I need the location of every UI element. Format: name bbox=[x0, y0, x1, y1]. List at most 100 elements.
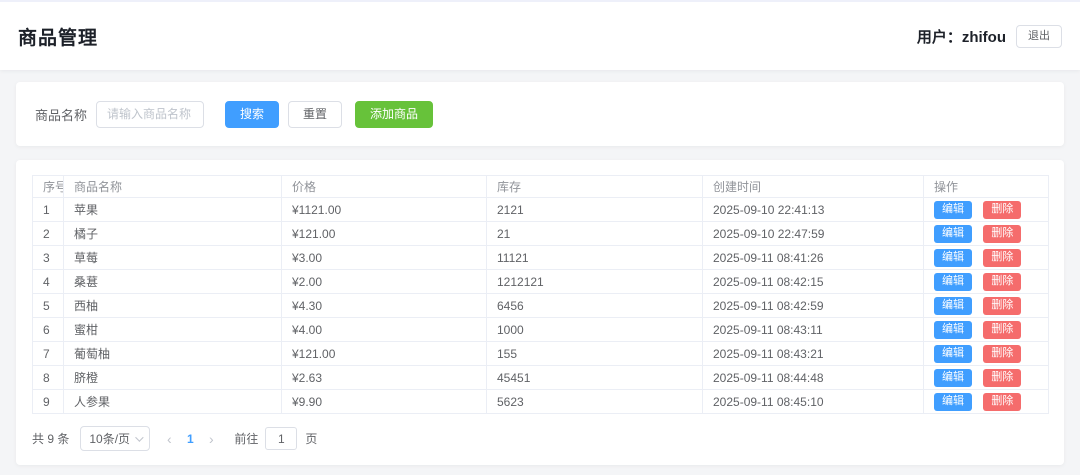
column-header-created: 创建时间 bbox=[703, 176, 924, 198]
edit-button[interactable]: 编辑 bbox=[934, 201, 972, 219]
prev-page-button[interactable]: ‹ bbox=[158, 431, 180, 447]
cell-actions: 编辑 删除 bbox=[924, 270, 1049, 294]
cell-stock: 1000 bbox=[487, 318, 703, 342]
cell-index: 6 bbox=[33, 318, 64, 342]
edit-button[interactable]: 编辑 bbox=[934, 369, 972, 387]
cell-actions: 编辑 删除 bbox=[924, 222, 1049, 246]
delete-button[interactable]: 删除 bbox=[983, 273, 1021, 291]
total-count: 共 9 条 bbox=[32, 430, 69, 447]
cell-stock: 155 bbox=[487, 342, 703, 366]
page-size-select[interactable]: 10条/页 bbox=[80, 426, 150, 451]
cell-actions: 编辑 删除 bbox=[924, 390, 1049, 414]
edit-button[interactable]: 编辑 bbox=[934, 273, 972, 291]
cell-name: 橘子 bbox=[64, 222, 282, 246]
cell-price: ¥121.00 bbox=[282, 342, 487, 366]
cell-created: 2025-09-11 08:41:26 bbox=[703, 246, 924, 270]
cell-actions: 编辑 删除 bbox=[924, 246, 1049, 270]
edit-button[interactable]: 编辑 bbox=[934, 249, 972, 267]
table-card: 序号 商品名称 价格 库存 创建时间 操作 1 苹果 ¥1121.00 2121… bbox=[16, 160, 1064, 465]
delete-button[interactable]: 删除 bbox=[983, 321, 1021, 339]
table-row: 8 脐橙 ¥2.63 45451 2025-09-11 08:44:48 编辑 … bbox=[33, 366, 1049, 390]
cell-created: 2025-09-10 22:47:59 bbox=[703, 222, 924, 246]
reset-button[interactable]: 重置 bbox=[288, 101, 342, 128]
table-row: 6 蜜柑 ¥4.00 1000 2025-09-11 08:43:11 编辑 删… bbox=[33, 318, 1049, 342]
delete-button[interactable]: 删除 bbox=[983, 201, 1021, 219]
cell-stock: 2121 bbox=[487, 198, 703, 222]
delete-button[interactable]: 删除 bbox=[983, 393, 1021, 411]
delete-button[interactable]: 删除 bbox=[983, 369, 1021, 387]
cell-created: 2025-09-11 08:43:11 bbox=[703, 318, 924, 342]
cell-index: 9 bbox=[33, 390, 64, 414]
goto-label: 前往 bbox=[234, 430, 258, 447]
chevron-down-icon bbox=[136, 433, 144, 441]
goto-page-input[interactable] bbox=[265, 427, 297, 450]
cell-price: ¥9.90 bbox=[282, 390, 487, 414]
cell-created: 2025-09-11 08:44:48 bbox=[703, 366, 924, 390]
edit-button[interactable]: 编辑 bbox=[934, 321, 972, 339]
user-label: 用户：zhifou bbox=[917, 26, 1006, 47]
table-row: 4 桑葚 ¥2.00 1212121 2025-09-11 08:42:15 编… bbox=[33, 270, 1049, 294]
cell-created: 2025-09-11 08:45:10 bbox=[703, 390, 924, 414]
search-button[interactable]: 搜索 bbox=[225, 101, 279, 128]
cell-actions: 编辑 删除 bbox=[924, 366, 1049, 390]
cell-actions: 编辑 删除 bbox=[924, 342, 1049, 366]
cell-price: ¥4.30 bbox=[282, 294, 487, 318]
cell-name: 草莓 bbox=[64, 246, 282, 270]
column-header-actions: 操作 bbox=[924, 176, 1049, 198]
page-size-value: 10条/页 bbox=[89, 430, 130, 447]
edit-button[interactable]: 编辑 bbox=[934, 225, 972, 243]
cell-name: 人参果 bbox=[64, 390, 282, 414]
cell-stock: 21 bbox=[487, 222, 703, 246]
cell-created: 2025-09-11 08:42:59 bbox=[703, 294, 924, 318]
table-row: 2 橘子 ¥121.00 21 2025-09-10 22:47:59 编辑 删… bbox=[33, 222, 1049, 246]
cell-index: 1 bbox=[33, 198, 64, 222]
product-table: 序号 商品名称 价格 库存 创建时间 操作 1 苹果 ¥1121.00 2121… bbox=[32, 175, 1049, 414]
table-row: 7 葡萄柚 ¥121.00 155 2025-09-11 08:43:21 编辑… bbox=[33, 342, 1049, 366]
product-name-input[interactable] bbox=[96, 101, 204, 128]
edit-button[interactable]: 编辑 bbox=[934, 297, 972, 315]
cell-created: 2025-09-10 22:41:13 bbox=[703, 198, 924, 222]
cell-stock: 11121 bbox=[487, 246, 703, 270]
cell-price: ¥3.00 bbox=[282, 246, 487, 270]
edit-button[interactable]: 编辑 bbox=[934, 345, 972, 363]
edit-button[interactable]: 编辑 bbox=[934, 393, 972, 411]
column-header-price: 价格 bbox=[282, 176, 487, 198]
product-name-label: 商品名称 bbox=[35, 105, 87, 124]
page-unit-label: 页 bbox=[305, 430, 317, 447]
page-header: 商品管理 用户：zhifou 退出 bbox=[0, 0, 1080, 70]
search-card: 商品名称 搜索 重置 添加商品 bbox=[16, 82, 1064, 146]
logout-button[interactable]: 退出 bbox=[1016, 25, 1062, 48]
cell-actions: 编辑 删除 bbox=[924, 294, 1049, 318]
cell-price: ¥1121.00 bbox=[282, 198, 487, 222]
cell-stock: 6456 bbox=[487, 294, 703, 318]
table-row: 1 苹果 ¥1121.00 2121 2025-09-10 22:41:13 编… bbox=[33, 198, 1049, 222]
table-row: 9 人参果 ¥9.90 5623 2025-09-11 08:45:10 编辑 … bbox=[33, 390, 1049, 414]
cell-name: 蜜柑 bbox=[64, 318, 282, 342]
cell-index: 2 bbox=[33, 222, 64, 246]
pagination: 共 9 条 10条/页 ‹ 1 › 前往 页 bbox=[32, 426, 1048, 451]
next-page-button[interactable]: › bbox=[200, 431, 222, 447]
table-body: 1 苹果 ¥1121.00 2121 2025-09-10 22:41:13 编… bbox=[33, 198, 1049, 414]
delete-button[interactable]: 删除 bbox=[983, 297, 1021, 315]
cell-stock: 5623 bbox=[487, 390, 703, 414]
cell-index: 3 bbox=[33, 246, 64, 270]
column-header-index: 序号 bbox=[33, 176, 64, 198]
cell-price: ¥2.00 bbox=[282, 270, 487, 294]
cell-name: 桑葚 bbox=[64, 270, 282, 294]
cell-index: 5 bbox=[33, 294, 64, 318]
delete-button[interactable]: 删除 bbox=[983, 249, 1021, 267]
delete-button[interactable]: 删除 bbox=[983, 225, 1021, 243]
cell-index: 4 bbox=[33, 270, 64, 294]
cell-stock: 45451 bbox=[487, 366, 703, 390]
cell-name: 西柚 bbox=[64, 294, 282, 318]
column-header-name: 商品名称 bbox=[64, 176, 282, 198]
cell-created: 2025-09-11 08:43:21 bbox=[703, 342, 924, 366]
current-page-button[interactable]: 1 bbox=[180, 432, 200, 446]
delete-button[interactable]: 删除 bbox=[983, 345, 1021, 363]
cell-name: 苹果 bbox=[64, 198, 282, 222]
cell-actions: 编辑 删除 bbox=[924, 198, 1049, 222]
table-header-row: 序号 商品名称 价格 库存 创建时间 操作 bbox=[33, 176, 1049, 198]
add-product-button[interactable]: 添加商品 bbox=[355, 101, 433, 128]
cell-created: 2025-09-11 08:42:15 bbox=[703, 270, 924, 294]
cell-stock: 1212121 bbox=[487, 270, 703, 294]
